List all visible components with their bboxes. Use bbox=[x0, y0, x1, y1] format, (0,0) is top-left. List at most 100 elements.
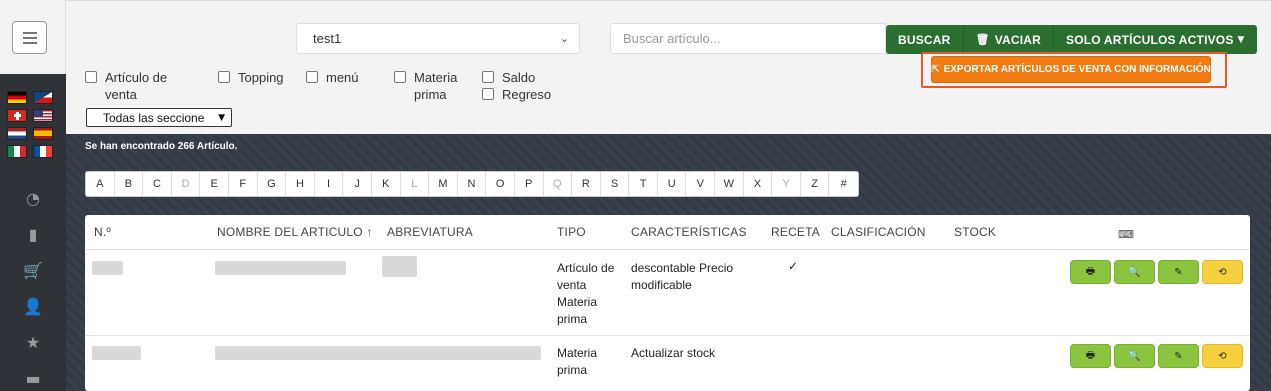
alpha-letter-t[interactable]: T bbox=[629, 172, 658, 196]
col-header-receta[interactable]: RECETA bbox=[771, 225, 820, 239]
print-button[interactable]: 🖶 bbox=[1070, 344, 1111, 368]
flag-us-icon[interactable] bbox=[33, 109, 53, 122]
checkbox-label: Topping bbox=[238, 70, 284, 85]
alpha-letter-m[interactable]: M bbox=[429, 172, 458, 196]
keyboard-icon: ⌨ bbox=[1118, 228, 1135, 241]
flag-es-icon[interactable] bbox=[33, 127, 53, 140]
print-icon: 🖶 bbox=[1085, 265, 1096, 277]
export-button[interactable]: ⇱ EXPORTAR ARTÍCULOS DE VENTA CON INFORM… bbox=[931, 56, 1211, 83]
alpha-letter-x[interactable]: X bbox=[744, 172, 773, 196]
flag-de-icon[interactable] bbox=[7, 91, 27, 104]
col-header-num[interactable]: N.º bbox=[94, 225, 111, 239]
alpha-letter-s[interactable]: S bbox=[601, 172, 630, 196]
alpha-letter-g[interactable]: G bbox=[258, 172, 287, 196]
col-header-name[interactable]: NOMBRE DEL ARTICULO ↑ bbox=[217, 225, 373, 239]
col-header-stock[interactable]: STOCK bbox=[954, 225, 996, 239]
alpha-letter-d[interactable]: D bbox=[172, 172, 201, 196]
table-row[interactable]: Artículo de venta Materia prima desconta… bbox=[85, 250, 1250, 336]
checkbox-saldo[interactable]: Saldo bbox=[482, 69, 535, 86]
buscar-button[interactable]: BUSCAR bbox=[886, 25, 964, 54]
user-plus-icon[interactable]: 👤 bbox=[0, 288, 66, 324]
checkbox-articulo-venta[interactable]: Artículo de venta bbox=[85, 69, 195, 103]
checkbox-box[interactable] bbox=[394, 71, 406, 83]
search-input[interactable] bbox=[610, 23, 886, 54]
alpha-letter-n[interactable]: N bbox=[458, 172, 487, 196]
redacted-abbr bbox=[382, 256, 417, 277]
bar-chart-icon[interactable]: ▮ bbox=[0, 216, 66, 252]
view-button[interactable]: 🔍 bbox=[1114, 260, 1155, 284]
flag-nl-icon[interactable] bbox=[7, 127, 27, 140]
cart-icon[interactable]: 🛒 bbox=[0, 252, 66, 288]
section-select[interactable]: Todas las seccione ▼ bbox=[86, 108, 232, 127]
checkbox-label: Materia prima bbox=[414, 70, 458, 102]
store-select[interactable]: test1 ⌄ bbox=[296, 23, 580, 54]
flag-fr-icon[interactable] bbox=[33, 145, 53, 158]
history-icon: ⟲ bbox=[1218, 266, 1227, 278]
alpha-letter-l[interactable]: L bbox=[401, 172, 430, 196]
alpha-letter-w[interactable]: W bbox=[715, 172, 744, 196]
content-area: Se han encontrado 266 Artículo. ABCDEFGH… bbox=[66, 134, 1271, 391]
history-button[interactable]: ⟲ bbox=[1202, 344, 1243, 368]
col-header-abbr[interactable]: ABREVIATURA bbox=[387, 225, 473, 239]
alpha-letter-c[interactable]: C bbox=[143, 172, 172, 196]
col-header-tipo[interactable]: TIPO bbox=[557, 225, 586, 239]
print-button[interactable]: 🖶 bbox=[1070, 260, 1111, 284]
checkbox-box[interactable] bbox=[306, 71, 318, 83]
flag-ch-icon[interactable] bbox=[7, 109, 27, 122]
checkbox-menu[interactable]: menú bbox=[306, 69, 359, 86]
trash-icon: 🗑 bbox=[975, 33, 990, 46]
alpha-letter-e[interactable]: E bbox=[200, 172, 229, 196]
edit-button[interactable]: ✎ bbox=[1158, 344, 1199, 368]
alpha-letter-j[interactable]: J bbox=[343, 172, 372, 196]
buscar-label: BUSCAR bbox=[898, 32, 951, 47]
alpha-letter-b[interactable]: B bbox=[115, 172, 144, 196]
alpha-letter-k[interactable]: K bbox=[372, 172, 401, 196]
edit-button[interactable]: ✎ bbox=[1158, 260, 1199, 284]
col-header-clasif[interactable]: CLASIFICACIÓN bbox=[831, 225, 926, 239]
alpha-letter-v[interactable]: V bbox=[686, 172, 716, 196]
checkbox-label: Regreso bbox=[502, 87, 552, 102]
alpha-letter-u[interactable]: U bbox=[658, 172, 687, 196]
checkbox-label: menú bbox=[326, 70, 359, 85]
col-header-caract[interactable]: CARACTERÍSTICAS bbox=[631, 225, 747, 239]
search-button-group: BUSCAR 🗑 VACIAR SOLO ARTÍCULOS ACTIVOS ▼ bbox=[886, 25, 1257, 54]
table-row[interactable]: Materia prima Actualizar stock 🖶 🔍 ✎ ⟲ bbox=[85, 336, 1250, 391]
cell-caract: descontable Precio modificable bbox=[631, 261, 734, 292]
view-button[interactable]: 🔍 bbox=[1114, 344, 1155, 368]
checkbox-regreso[interactable]: Regreso bbox=[482, 86, 551, 103]
alpha-letter-r[interactable]: R bbox=[572, 172, 601, 196]
menu-toggle-button[interactable] bbox=[12, 21, 47, 54]
alpha-letter-o[interactable]: O bbox=[486, 172, 515, 196]
cell-caract: Actualizar stock bbox=[631, 346, 716, 360]
language-flags bbox=[7, 91, 55, 158]
checkbox-box[interactable] bbox=[218, 71, 230, 83]
checkbox-box[interactable] bbox=[85, 71, 97, 83]
external-link-icon: ⇱ bbox=[931, 64, 940, 75]
alpha-letter-q[interactable]: Q bbox=[544, 172, 573, 196]
history-button[interactable]: ⟲ bbox=[1202, 260, 1243, 284]
solo-activos-dropdown[interactable]: SOLO ARTÍCULOS ACTIVOS ▼ bbox=[1054, 25, 1257, 54]
flag-it-icon[interactable] bbox=[7, 145, 27, 158]
hamburger-line bbox=[22, 36, 37, 39]
alpha-letter-y[interactable]: Y bbox=[772, 172, 801, 196]
alpha-letter-z[interactable]: Z bbox=[801, 172, 830, 196]
archive-icon[interactable]: ▬ bbox=[0, 360, 66, 391]
vaciar-button[interactable]: 🗑 VACIAR bbox=[963, 25, 1055, 54]
checkbox-box[interactable] bbox=[482, 88, 494, 100]
alpha-letter-h[interactable]: H bbox=[286, 172, 315, 196]
checkbox-topping[interactable]: Topping bbox=[218, 69, 284, 86]
checkbox-box[interactable] bbox=[482, 71, 494, 83]
star-icon[interactable]: ★ bbox=[0, 324, 66, 360]
alpha-letter-f[interactable]: F bbox=[229, 172, 258, 196]
alpha-letter-hash[interactable]: # bbox=[829, 172, 858, 196]
alpha-letter-a[interactable]: A bbox=[86, 172, 115, 196]
flag-cz-icon[interactable] bbox=[33, 91, 53, 104]
dashboard-icon[interactable]: ◔ bbox=[0, 180, 66, 216]
sidebar-nav: ◔ ▮ 🛒 👤 ★ ▬ bbox=[0, 180, 66, 391]
chevron-down-icon: ▼ bbox=[218, 112, 225, 123]
alpha-letter-p[interactable]: P bbox=[515, 172, 544, 196]
redacted-name bbox=[215, 261, 346, 275]
checkbox-materia-prima[interactable]: Materia prima bbox=[394, 69, 476, 103]
caret-down-icon: ▼ bbox=[1237, 34, 1245, 45]
alpha-letter-i[interactable]: I bbox=[315, 172, 344, 196]
